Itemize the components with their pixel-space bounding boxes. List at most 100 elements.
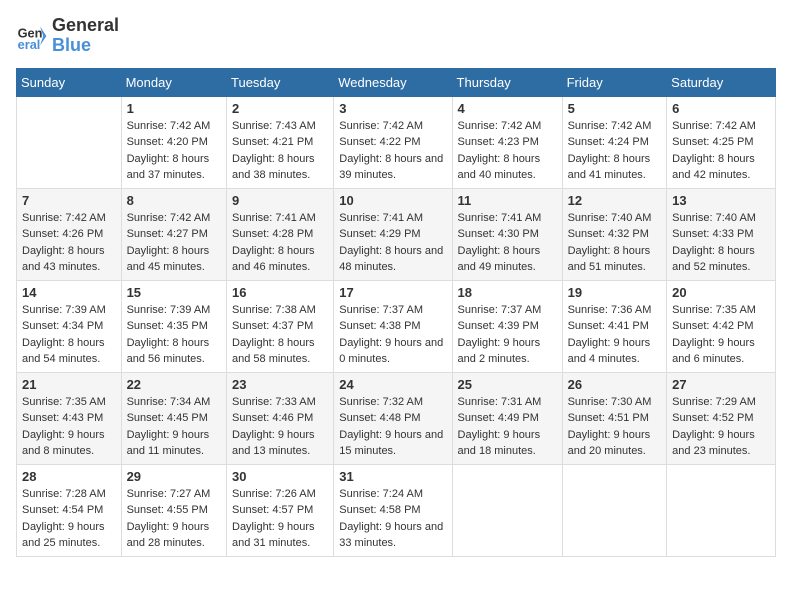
day-number: 12 xyxy=(568,193,662,208)
calendar-cell: 8 Sunrise: 7:42 AMSunset: 4:27 PMDaylight… xyxy=(121,188,226,280)
day-number: 4 xyxy=(458,101,557,116)
calendar-cell: 7 Sunrise: 7:42 AMSunset: 4:26 PMDaylight… xyxy=(17,188,122,280)
calendar-cell: 3 Sunrise: 7:42 AMSunset: 4:22 PMDaylight… xyxy=(334,96,452,188)
header-cell-sunday: Sunday xyxy=(17,68,122,96)
day-number: 15 xyxy=(127,285,221,300)
day-detail: Sunrise: 7:42 AMSunset: 4:20 PMDaylight:… xyxy=(127,118,221,184)
calendar-cell xyxy=(562,464,667,556)
day-number: 3 xyxy=(339,101,446,116)
day-detail: Sunrise: 7:27 AMSunset: 4:55 PMDaylight:… xyxy=(127,486,221,552)
calendar-cell: 4 Sunrise: 7:42 AMSunset: 4:23 PMDaylight… xyxy=(452,96,562,188)
header-cell-thursday: Thursday xyxy=(452,68,562,96)
day-detail: Sunrise: 7:24 AMSunset: 4:58 PMDaylight:… xyxy=(339,486,446,552)
day-number: 5 xyxy=(568,101,662,116)
day-detail: Sunrise: 7:39 AMSunset: 4:34 PMDaylight:… xyxy=(22,302,116,368)
calendar-table: SundayMondayTuesdayWednesdayThursdayFrid… xyxy=(16,68,776,557)
day-detail: Sunrise: 7:37 AMSunset: 4:38 PMDaylight:… xyxy=(339,302,446,368)
day-detail: Sunrise: 7:42 AMSunset: 4:27 PMDaylight:… xyxy=(127,210,221,276)
week-row-3: 21 Sunrise: 7:35 AMSunset: 4:43 PMDayligh… xyxy=(17,372,776,464)
calendar-cell: 29 Sunrise: 7:27 AMSunset: 4:55 PMDayligh… xyxy=(121,464,226,556)
day-number: 26 xyxy=(568,377,662,392)
calendar-cell: 17 Sunrise: 7:37 AMSunset: 4:38 PMDayligh… xyxy=(334,280,452,372)
calendar-cell: 2 Sunrise: 7:43 AMSunset: 4:21 PMDaylight… xyxy=(227,96,334,188)
day-detail: Sunrise: 7:37 AMSunset: 4:39 PMDaylight:… xyxy=(458,302,557,368)
day-number: 27 xyxy=(672,377,770,392)
calendar-cell: 25Sunrise: 7:31 AMSunset: 4:49 PMDayligh… xyxy=(452,372,562,464)
day-number: 31 xyxy=(339,469,446,484)
day-number: 30 xyxy=(232,469,328,484)
day-detail: Sunrise: 7:38 AMSunset: 4:37 PMDaylight:… xyxy=(232,302,328,368)
day-detail: Sunrise: 7:40 AMSunset: 4:32 PMDaylight:… xyxy=(568,210,662,276)
calendar-cell: 30 Sunrise: 7:26 AMSunset: 4:57 PMDayligh… xyxy=(227,464,334,556)
day-number: 20 xyxy=(672,285,770,300)
day-number: 21 xyxy=(22,377,116,392)
header-cell-wednesday: Wednesday xyxy=(334,68,452,96)
calendar-cell: 14 Sunrise: 7:39 AMSunset: 4:34 PMDayligh… xyxy=(17,280,122,372)
calendar-body: 1 Sunrise: 7:42 AMSunset: 4:20 PMDaylight… xyxy=(17,96,776,556)
calendar-cell: 10Sunrise: 7:41 AMSunset: 4:29 PMDayligh… xyxy=(334,188,452,280)
logo-text: GeneralBlue xyxy=(52,16,119,56)
day-detail: Sunrise: 7:42 AMSunset: 4:26 PMDaylight:… xyxy=(22,210,116,276)
day-number: 14 xyxy=(22,285,116,300)
day-number: 8 xyxy=(127,193,221,208)
header-cell-tuesday: Tuesday xyxy=(227,68,334,96)
calendar-cell xyxy=(452,464,562,556)
day-number: 24 xyxy=(339,377,446,392)
day-number: 29 xyxy=(127,469,221,484)
day-number: 10 xyxy=(339,193,446,208)
day-number: 19 xyxy=(568,285,662,300)
calendar-cell: 24 Sunrise: 7:32 AMSunset: 4:48 PMDayligh… xyxy=(334,372,452,464)
day-detail: Sunrise: 7:32 AMSunset: 4:48 PMDaylight:… xyxy=(339,394,446,460)
calendar-cell: 6 Sunrise: 7:42 AMSunset: 4:25 PMDaylight… xyxy=(667,96,776,188)
calendar-cell: 5Sunrise: 7:42 AMSunset: 4:24 PMDaylight… xyxy=(562,96,667,188)
calendar-cell: 20Sunrise: 7:35 AMSunset: 4:42 PMDayligh… xyxy=(667,280,776,372)
calendar-cell: 19 Sunrise: 7:36 AMSunset: 4:41 PMDayligh… xyxy=(562,280,667,372)
week-row-4: 28Sunrise: 7:28 AMSunset: 4:54 PMDayligh… xyxy=(17,464,776,556)
day-detail: Sunrise: 7:40 AMSunset: 4:33 PMDaylight:… xyxy=(672,210,770,276)
day-number: 6 xyxy=(672,101,770,116)
day-detail: Sunrise: 7:31 AMSunset: 4:49 PMDaylight:… xyxy=(458,394,557,460)
day-detail: Sunrise: 7:26 AMSunset: 4:57 PMDaylight:… xyxy=(232,486,328,552)
calendar-cell: 23 Sunrise: 7:33 AMSunset: 4:46 PMDayligh… xyxy=(227,372,334,464)
day-number: 1 xyxy=(127,101,221,116)
day-detail: Sunrise: 7:42 AMSunset: 4:25 PMDaylight:… xyxy=(672,118,770,184)
day-detail: Sunrise: 7:33 AMSunset: 4:46 PMDaylight:… xyxy=(232,394,328,460)
day-detail: Sunrise: 7:30 AMSunset: 4:51 PMDaylight:… xyxy=(568,394,662,460)
calendar-cell: 13 Sunrise: 7:40 AMSunset: 4:33 PMDayligh… xyxy=(667,188,776,280)
calendar-cell: 18 Sunrise: 7:37 AMSunset: 4:39 PMDayligh… xyxy=(452,280,562,372)
day-number: 7 xyxy=(22,193,116,208)
calendar-cell: 12 Sunrise: 7:40 AMSunset: 4:32 PMDayligh… xyxy=(562,188,667,280)
day-detail: Sunrise: 7:35 AMSunset: 4:43 PMDaylight:… xyxy=(22,394,116,460)
day-number: 2 xyxy=(232,101,328,116)
day-detail: Sunrise: 7:36 AMSunset: 4:41 PMDaylight:… xyxy=(568,302,662,368)
day-number: 9 xyxy=(232,193,328,208)
day-detail: Sunrise: 7:42 AMSunset: 4:22 PMDaylight:… xyxy=(339,118,446,184)
day-number: 23 xyxy=(232,377,328,392)
week-row-1: 7 Sunrise: 7:42 AMSunset: 4:26 PMDaylight… xyxy=(17,188,776,280)
day-detail: Sunrise: 7:29 AMSunset: 4:52 PMDaylight:… xyxy=(672,394,770,460)
calendar-cell xyxy=(667,464,776,556)
day-number: 17 xyxy=(339,285,446,300)
calendar-cell: 28Sunrise: 7:28 AMSunset: 4:54 PMDayligh… xyxy=(17,464,122,556)
day-number: 16 xyxy=(232,285,328,300)
calendar-cell: 11Sunrise: 7:41 AMSunset: 4:30 PMDayligh… xyxy=(452,188,562,280)
day-detail: Sunrise: 7:41 AMSunset: 4:28 PMDaylight:… xyxy=(232,210,328,276)
day-number: 13 xyxy=(672,193,770,208)
day-detail: Sunrise: 7:42 AMSunset: 4:23 PMDaylight:… xyxy=(458,118,557,184)
calendar-cell: 27 Sunrise: 7:29 AMSunset: 4:52 PMDayligh… xyxy=(667,372,776,464)
calendar-cell: 16 Sunrise: 7:38 AMSunset: 4:37 PMDayligh… xyxy=(227,280,334,372)
logo-icon: Gen eral xyxy=(16,20,48,52)
day-detail: Sunrise: 7:43 AMSunset: 4:21 PMDaylight:… xyxy=(232,118,328,184)
day-number: 22 xyxy=(127,377,221,392)
header-row: SundayMondayTuesdayWednesdayThursdayFrid… xyxy=(17,68,776,96)
header-cell-friday: Friday xyxy=(562,68,667,96)
calendar-cell: 31 Sunrise: 7:24 AMSunset: 4:58 PMDayligh… xyxy=(334,464,452,556)
calendar-cell: 15 Sunrise: 7:39 AMSunset: 4:35 PMDayligh… xyxy=(121,280,226,372)
calendar-cell: 9 Sunrise: 7:41 AMSunset: 4:28 PMDaylight… xyxy=(227,188,334,280)
calendar-cell: 1 Sunrise: 7:42 AMSunset: 4:20 PMDaylight… xyxy=(121,96,226,188)
day-number: 18 xyxy=(458,285,557,300)
day-number: 11 xyxy=(458,193,557,208)
calendar-header: SundayMondayTuesdayWednesdayThursdayFrid… xyxy=(17,68,776,96)
calendar-cell xyxy=(17,96,122,188)
day-detail: Sunrise: 7:39 AMSunset: 4:35 PMDaylight:… xyxy=(127,302,221,368)
